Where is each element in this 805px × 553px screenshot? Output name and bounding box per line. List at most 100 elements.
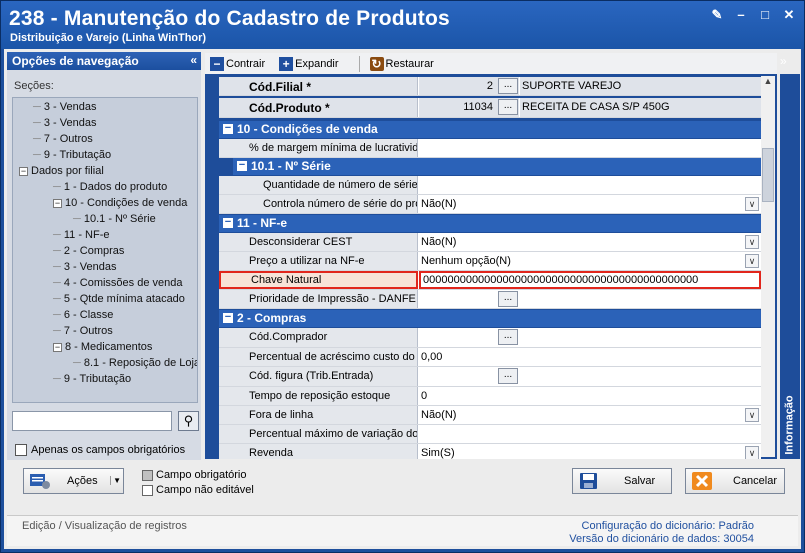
- filial-lookup-button[interactable]: ...: [498, 78, 518, 94]
- qtd-serie-label: Quantidade de número de série: [219, 176, 418, 194]
- legend-required-label: Campo obrigatório: [156, 469, 247, 481]
- grid-row-perc-max: Percentual máximo de variação do custo: [219, 425, 761, 444]
- maximize-icon[interactable]: □: [758, 8, 772, 22]
- title-bar: 238 - Manutenção do Cadastro de Produtos…: [1, 1, 804, 49]
- tree-item[interactable]: ─ 9 - Tributação: [33, 149, 111, 161]
- tree-item[interactable]: ─ 8.1 - Reposição de Lojas: [73, 357, 197, 369]
- close-icon[interactable]: ✕: [782, 8, 796, 22]
- legend-readonly: Campo não editável: [142, 484, 254, 496]
- expand-button[interactable]: + Expandir: [279, 56, 348, 71]
- tree-item[interactable]: ─ 3 - Vendas: [33, 117, 96, 129]
- tempo-input[interactable]: 0: [419, 387, 761, 405]
- section-nfe[interactable]: − 11 - NF-e: [219, 215, 761, 232]
- figura-lookup-button[interactable]: ...: [498, 368, 518, 384]
- cest-select[interactable]: Não(N) ∨: [419, 233, 761, 251]
- scrollbar-thumb[interactable]: [762, 148, 774, 202]
- produto-lookup-button[interactable]: ...: [498, 99, 518, 115]
- status-dict-config: Configuração do dicionário: Padrão: [581, 520, 754, 532]
- tree-collapse-icon[interactable]: −: [53, 198, 62, 208]
- filial-description: SUPORTE VAREJO: [520, 77, 761, 95]
- tree-collapse-icon[interactable]: −: [19, 166, 28, 176]
- chevron-down-icon[interactable]: ∨: [745, 446, 759, 459]
- tree-item[interactable]: −8 - Medicamentos: [53, 341, 152, 353]
- grid-row-fora-linha: Fora de linha Não(N) ∨: [219, 406, 761, 425]
- restore-button[interactable]: ↻ Restaurar: [369, 56, 444, 71]
- cancel-label: Cancelar: [733, 475, 778, 487]
- checkbox-box[interactable]: [15, 444, 27, 456]
- tree-item-label: 7 - Outros: [43, 133, 93, 145]
- collapse-button[interactable]: − Contrair: [210, 56, 275, 71]
- figura-input[interactable]: [419, 367, 761, 385]
- chevron-down-icon[interactable]: ∨: [745, 235, 759, 249]
- search-icon[interactable]: ⚲: [178, 411, 199, 431]
- tree-item[interactable]: ─ 11 - NF-e: [53, 229, 110, 241]
- fora-linha-select[interactable]: Não(N) ∨: [419, 406, 761, 424]
- tree-item[interactable]: ─ 6 - Classe: [53, 309, 113, 321]
- collapse-section-icon[interactable]: −: [223, 312, 233, 323]
- tree-item[interactable]: ─ 3 - Vendas: [33, 101, 96, 113]
- ctrl-serie-select[interactable]: Não(N) ∨: [419, 195, 761, 213]
- actions-button[interactable]: Ações ▼: [23, 468, 124, 494]
- tree-item[interactable]: ─ 10.1 - Nº Série: [73, 213, 156, 225]
- save-button[interactable]: Salvar: [572, 468, 672, 494]
- tree-item[interactable]: ─ 7 - Outros: [33, 133, 93, 145]
- collapse-subsection-icon[interactable]: −: [237, 160, 247, 171]
- section-condicoes-venda-title: 10 - Condições de venda: [237, 122, 378, 136]
- collapse-section-icon[interactable]: −: [223, 123, 233, 134]
- grid-row-revenda: Revenda Sim(S) ∨: [219, 444, 761, 459]
- tree-connector: ─: [73, 357, 84, 369]
- required-only-checkbox[interactable]: Apenas os campos obrigatórios: [15, 444, 185, 456]
- collapse-section-icon[interactable]: −: [223, 217, 233, 228]
- tree-item[interactable]: − Dados por filial: [19, 165, 104, 177]
- preco-value: Nenhum opção(N): [421, 255, 511, 267]
- edit-window-icon[interactable]: ✎: [710, 8, 724, 22]
- ctrl-serie-label: Controla número de série do produto: [219, 195, 418, 213]
- perc-acresc-input[interactable]: 0,00: [419, 348, 761, 366]
- tree-item[interactable]: ─ 5 - Qtde mínima atacado: [53, 293, 185, 305]
- qtd-serie-input[interactable]: [419, 176, 761, 194]
- tree-item-label: 9 - Tributação: [63, 373, 132, 385]
- restore-icon: ↻: [369, 56, 384, 71]
- chave-natural-input[interactable]: 0000000000000000000000000000000000000000…: [419, 271, 761, 289]
- actions-dropdown-icon[interactable]: ▼: [110, 476, 121, 485]
- nav-search-input[interactable]: [12, 411, 172, 431]
- chevron-down-icon[interactable]: ∨: [745, 197, 759, 211]
- tree-item[interactable]: ─ 4 - Comissões de venda: [53, 277, 182, 289]
- sections-tree[interactable]: ─ 3 - Vendas ─ 3 - Vendas ─ 7 - Outros ─ 9 …: [12, 97, 198, 403]
- perc-max-input[interactable]: [419, 425, 761, 443]
- comprador-lookup-button[interactable]: ...: [498, 329, 518, 345]
- comprador-label: Cód.Comprador: [219, 328, 418, 347]
- scroll-up-icon[interactable]: ▲: [761, 76, 775, 90]
- section-condicoes-venda[interactable]: − 10 - Condições de venda: [219, 121, 761, 138]
- tree-collapse-icon[interactable]: −: [53, 342, 62, 352]
- info-side-tab[interactable]: Informação: [780, 74, 800, 459]
- section-compras[interactable]: − 2 - Compras: [219, 310, 761, 327]
- margem-input[interactable]: [419, 139, 761, 157]
- tree-item-label: 11 - NF-e: [63, 229, 110, 241]
- tree-item[interactable]: ─ 1 - Dados do produto: [53, 181, 167, 193]
- cancel-button[interactable]: Cancelar: [685, 468, 785, 494]
- perc-max-label: Percentual máximo de variação do custo: [219, 425, 418, 443]
- chevron-down-icon[interactable]: ∨: [745, 408, 759, 422]
- tree-item[interactable]: −10 - Condições de venda: [53, 197, 187, 209]
- tree-connector: ─: [53, 245, 64, 257]
- prioridade-input[interactable]: [419, 290, 761, 308]
- preco-select[interactable]: Nenhum opção(N) ∨: [419, 252, 761, 270]
- revenda-label: Revenda: [219, 444, 418, 459]
- tree-item[interactable]: ─ 2 - Compras: [53, 245, 124, 257]
- grid-scrollbar[interactable]: ▲: [761, 76, 775, 457]
- collapse-nav-icon[interactable]: «: [190, 53, 197, 67]
- tree-item[interactable]: ─ 9 - Tributação: [53, 373, 131, 385]
- expand-info-icon[interactable]: »: [780, 54, 787, 68]
- chevron-down-icon[interactable]: ∨: [745, 254, 759, 268]
- revenda-select[interactable]: Sim(S) ∨: [419, 444, 761, 459]
- tree-item[interactable]: ─ 3 - Vendas: [53, 261, 116, 273]
- tree-item[interactable]: ─ 7 - Outros: [53, 325, 113, 337]
- grid-row-produto: Cód.Produto * 11034 ... RECEITA DE CASA …: [219, 98, 761, 118]
- minimize-icon[interactable]: –: [734, 8, 748, 22]
- tree-item-label: 3 - Vendas: [43, 117, 97, 129]
- prioridade-label: Prioridade de Impressão - DANFE: [219, 290, 418, 308]
- comprador-input[interactable]: [419, 328, 761, 346]
- prioridade-lookup-button[interactable]: ...: [498, 291, 518, 307]
- section-numero-serie[interactable]: − 10.1 - Nº Série: [233, 158, 761, 175]
